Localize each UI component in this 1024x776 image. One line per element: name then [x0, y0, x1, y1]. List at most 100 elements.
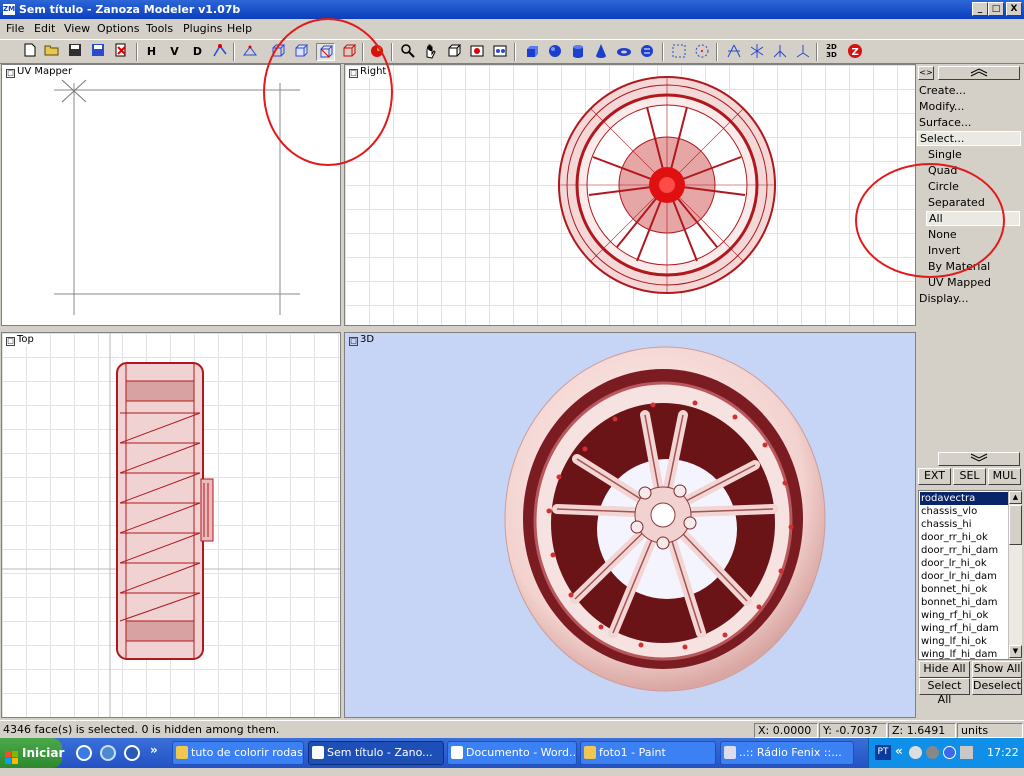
menu-file[interactable]: File [6, 22, 24, 35]
task-paint[interactable]: foto1 - Paint [580, 741, 716, 765]
view-d-button[interactable]: D [188, 43, 207, 61]
select-circle-icon[interactable] [692, 43, 711, 61]
axis-x-icon[interactable] [724, 43, 743, 61]
material-ball-icon[interactable] [367, 43, 386, 61]
tab-sel[interactable]: SEL [953, 468, 986, 485]
list-item[interactable]: rodavectra [920, 492, 1008, 505]
start-button[interactable]: Iniciar [0, 738, 64, 768]
select-single[interactable]: Single [928, 148, 962, 161]
select-vertex-icon[interactable] [240, 43, 259, 61]
panel-scroll-up-button[interactable] [938, 66, 1020, 80]
list-item[interactable]: door_rr_hi_dam [921, 544, 998, 557]
deselect-button[interactable]: Deselect [972, 678, 1022, 695]
list-item[interactable]: chassis_hi [921, 518, 972, 531]
list-item[interactable]: door_rr_hi_ok [921, 531, 988, 544]
menu-plugins[interactable]: Plugins [183, 22, 222, 35]
tray-volume-icon[interactable] [960, 746, 973, 759]
panel-scroll-down-button[interactable] [938, 452, 1020, 466]
tab-mul[interactable]: MUL [988, 468, 1021, 485]
right-viewport[interactable]: □ Right [344, 64, 916, 326]
tray-expand-icon[interactable]: « [895, 744, 903, 758]
menu-options[interactable]: Options [97, 22, 139, 35]
menu-view[interactable]: View [64, 22, 90, 35]
axis-z-icon[interactable] [770, 43, 789, 61]
show-all-button[interactable]: Show All [972, 661, 1022, 678]
list-item[interactable]: wing_lf_hi_ok [921, 635, 987, 648]
cube-wire-icon[interactable] [268, 43, 287, 61]
cube-red-icon[interactable] [339, 43, 358, 61]
list-item[interactable]: door_lr_hi_dam [921, 570, 997, 583]
scroll-up-icon[interactable]: ▲ [1009, 491, 1022, 504]
camera-all-icon[interactable] [490, 43, 509, 61]
select-invert[interactable]: Invert [928, 244, 960, 257]
hide-all-button[interactable]: Hide All [919, 661, 970, 678]
panel-modify[interactable]: Modify... [919, 100, 964, 113]
select-quad[interactable]: Quad [928, 164, 957, 177]
cone-primitive-icon[interactable] [591, 43, 610, 61]
viewport-menu-icon[interactable]: □ [349, 337, 358, 346]
top-viewport[interactable]: □ Top [1, 332, 341, 718]
cylinder-primitive-icon[interactable] [568, 43, 587, 61]
pan-hand-icon[interactable] [421, 43, 440, 61]
uv-mapper-viewport[interactable]: □ UV Mapper [1, 64, 341, 326]
panel-toggle-icon[interactable]: <> [918, 66, 934, 80]
ie-icon[interactable] [76, 745, 92, 761]
quicklaunch-more-icon[interactable]: » [150, 743, 158, 757]
select-separated[interactable]: Separated [928, 196, 985, 209]
viewport-menu-icon[interactable]: □ [349, 69, 358, 78]
torus-primitive-icon[interactable] [614, 43, 633, 61]
tray-messenger-icon[interactable] [943, 746, 956, 759]
list-item[interactable]: wing_rf_hi_ok [921, 609, 988, 622]
3d-viewport[interactable]: □ 3D [344, 332, 916, 718]
tray-network-icon[interactable] [926, 746, 939, 759]
menu-help[interactable]: Help [227, 22, 252, 35]
open-folder-icon[interactable] [42, 43, 61, 61]
new-file-icon[interactable] [20, 43, 39, 61]
list-scrollbar[interactable]: ▲ ▼ [1008, 491, 1022, 659]
panel-surface[interactable]: Surface... [919, 116, 971, 129]
view-v-button[interactable]: V [165, 43, 184, 61]
list-item[interactable]: wing_lf_hi_dam [921, 648, 997, 659]
ring-primitive-icon[interactable] [637, 43, 656, 61]
zoom-magnifier-icon[interactable] [398, 43, 417, 61]
cube-face-icon[interactable] [291, 43, 310, 61]
close-button[interactable]: X [1006, 2, 1022, 16]
tray-app-icon[interactable] [909, 746, 922, 759]
camera-icon[interactable] [467, 43, 486, 61]
menu-tools[interactable]: Tools [146, 22, 173, 35]
maximize-button[interactable]: □ [988, 2, 1004, 16]
select-by-material[interactable]: By Material [928, 260, 990, 273]
move-vertex-icon[interactable] [210, 43, 229, 61]
task-tuto[interactable]: tuto de colorir rodas [172, 741, 304, 765]
scroll-thumb[interactable] [1009, 505, 1022, 545]
cube-view-icon[interactable] [444, 43, 463, 61]
tab-ext[interactable]: EXT [918, 468, 951, 485]
menu-edit[interactable]: Edit [34, 22, 55, 35]
sphere-primitive-icon[interactable] [545, 43, 564, 61]
save-as-icon[interactable] [88, 43, 107, 61]
convert-2d-3d-icon[interactable]: 2D 3D [822, 43, 841, 61]
title-bar[interactable]: ZM Sem título - Zanoza Modeler v1.07b _ … [0, 0, 1024, 19]
view-h-button[interactable]: H [142, 43, 161, 61]
media-player-icon[interactable] [124, 745, 140, 761]
scroll-down-icon[interactable]: ▼ [1009, 645, 1022, 658]
select-none[interactable]: None [928, 228, 957, 241]
language-indicator[interactable]: PT [875, 745, 891, 760]
object-list[interactable]: rodavectra chassis_vlo chassis_hi door_r… [918, 490, 1022, 660]
task-radio[interactable]: ..:: Rádio Fenix ::... [720, 741, 854, 765]
save-disk-icon[interactable] [65, 43, 84, 61]
viewport-menu-icon[interactable]: □ [6, 337, 15, 346]
list-item[interactable]: bonnet_hi_dam [921, 596, 998, 609]
messenger-icon[interactable] [100, 745, 116, 761]
axis-y-icon[interactable] [747, 43, 766, 61]
list-item[interactable]: bonnet_hi_ok [921, 583, 987, 596]
task-word[interactable]: Documento - Word... [447, 741, 577, 765]
close-file-icon[interactable] [111, 43, 130, 61]
viewport-menu-icon[interactable]: □ [6, 69, 15, 78]
box-primitive-icon[interactable] [522, 43, 541, 61]
select-circle[interactable]: Circle [928, 180, 959, 193]
task-zanoza[interactable]: Sem título - Zano... [308, 741, 444, 765]
panel-create[interactable]: Create... [919, 84, 966, 97]
minimize-button[interactable]: _ [972, 2, 988, 16]
axis-free-icon[interactable] [793, 43, 812, 61]
